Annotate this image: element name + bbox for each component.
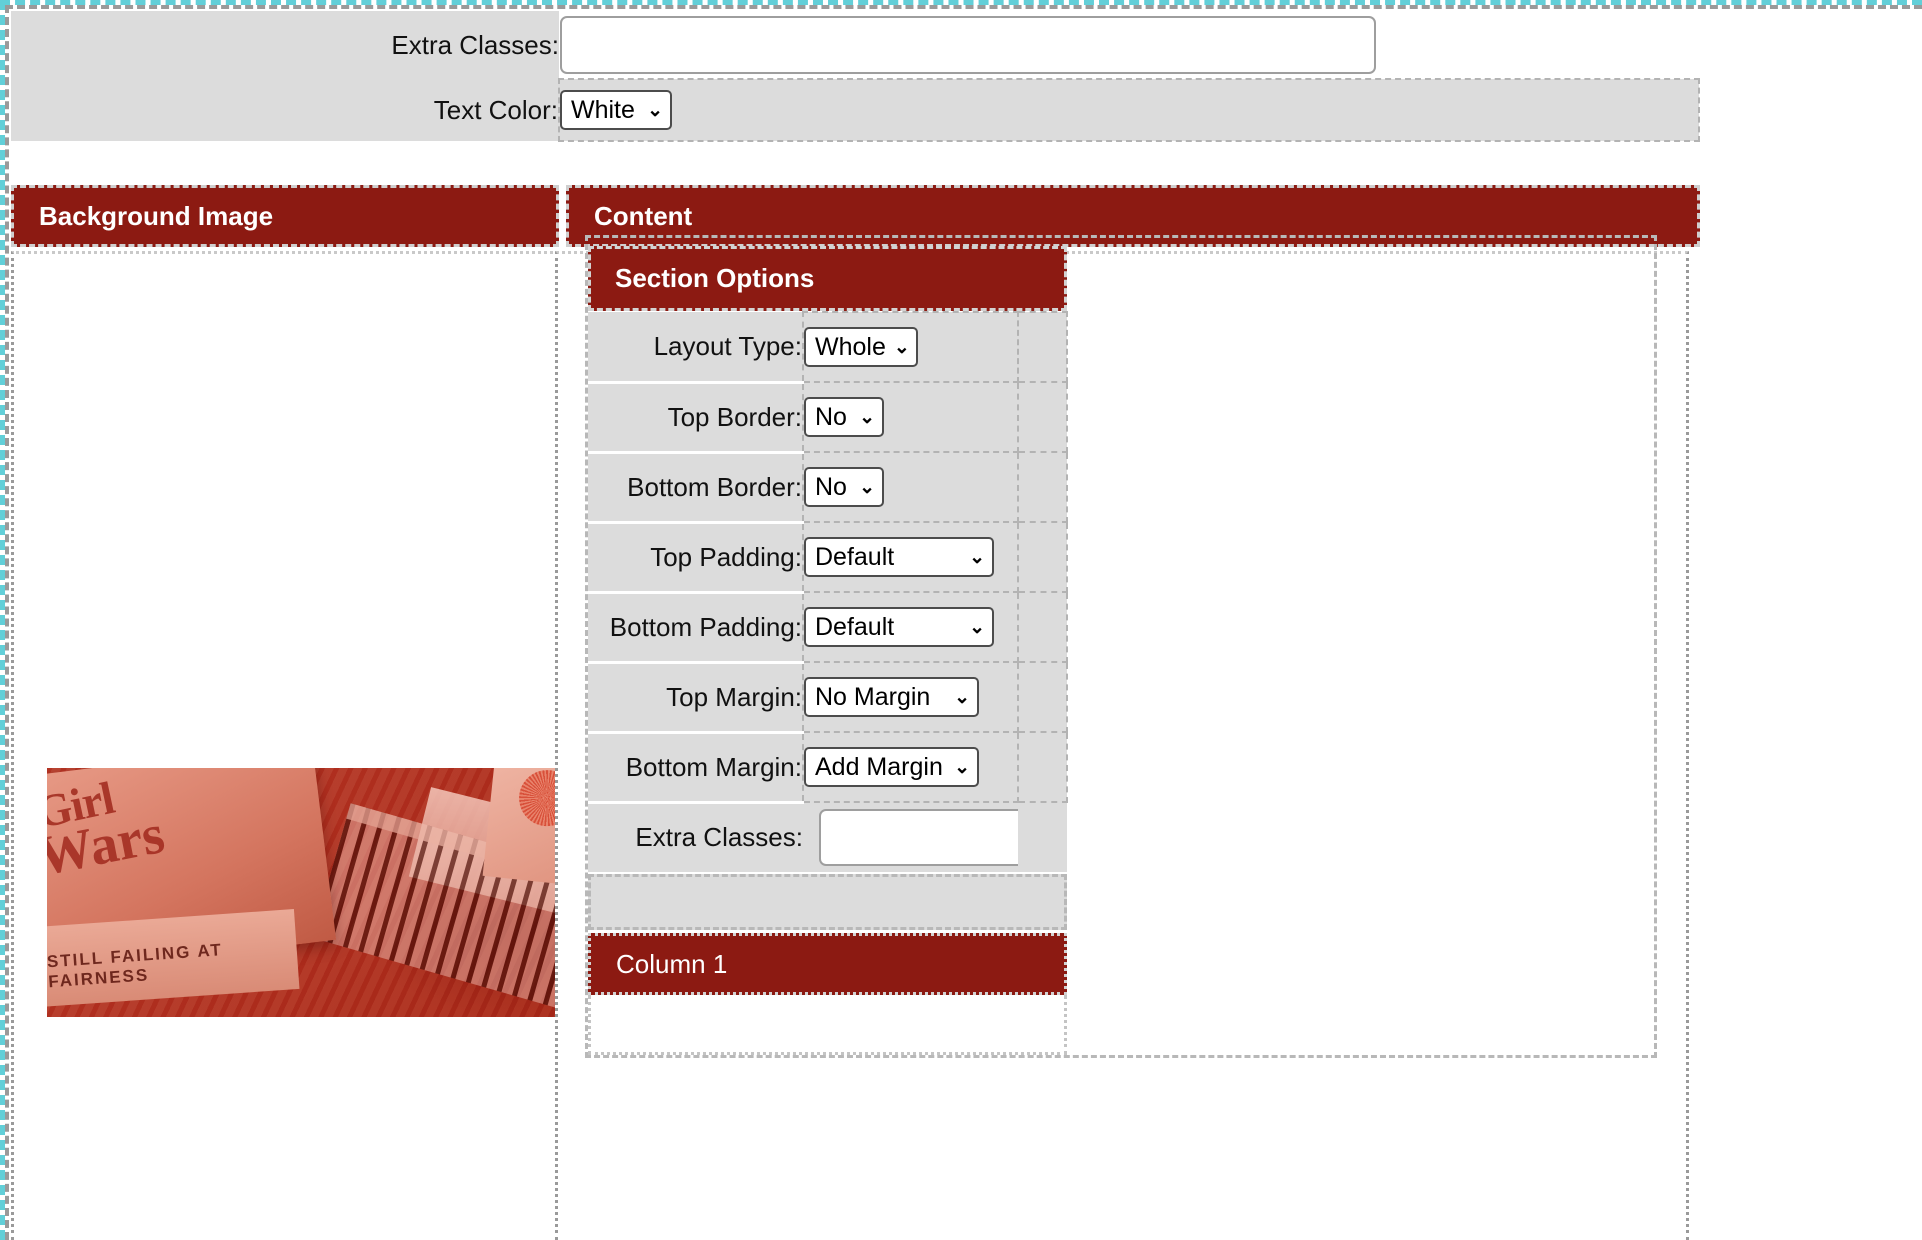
row-end-cell — [1017, 381, 1068, 453]
row-end-cell — [1017, 731, 1068, 803]
top-border-value: No — [815, 402, 847, 431]
row-end-cell — [1017, 521, 1068, 593]
chevron-down-icon: ⌄ — [954, 756, 970, 778]
column-1-body[interactable] — [588, 995, 1067, 1055]
chevron-down-icon: ⌄ — [859, 406, 875, 428]
bottom-padding-value: Default — [815, 612, 895, 641]
bottom-border-select[interactable]: No ⌄ — [804, 467, 884, 507]
content-panel: Section Options Layout Type: Whole ⌄ Top… — [555, 235, 1689, 1240]
section-options-header[interactable]: Section Options — [588, 246, 1067, 311]
bottom-border-cell: No ⌄ — [802, 451, 1019, 523]
top-margin-select[interactable]: No Margin ⌄ — [804, 677, 979, 717]
background-image-panel: Girl Wars STILL FAILING AT FAIRNESS — [11, 251, 645, 1240]
bottom-padding-select[interactable]: Default ⌄ — [804, 607, 994, 647]
column-1-title: Column 1 — [616, 948, 728, 979]
top-margin-value: No Margin — [815, 682, 931, 711]
bottom-padding-cell: Default ⌄ — [802, 591, 1019, 663]
extra-classes-value-cell — [559, 11, 1699, 79]
table-row: Bottom Margin: Add Margin ⌄ — [588, 731, 1068, 804]
top-property-table: Extra Classes: Text Color: White ⌄ — [11, 11, 1700, 142]
layout-type-label: Layout Type: — [588, 312, 803, 384]
table-row: Text Color: White ⌄ — [11, 78, 1700, 142]
page-root: Extra Classes: Text Color: White ⌄ Backg… — [0, 0, 1922, 1240]
bottom-margin-cell: Add Margin ⌄ — [802, 731, 1019, 803]
row-end-cell — [1017, 311, 1068, 383]
section-options-table: Layout Type: Whole ⌄ Top Border: No ⌄ Bo… — [588, 311, 1068, 872]
book-cover-fairness: STILL FAILING AT FAIRNESS — [47, 909, 300, 1007]
top-margin-cell: No Margin ⌄ — [802, 661, 1019, 733]
table-row: Top Padding: Default ⌄ — [588, 521, 1068, 594]
book-title-line3: STILL FAILING AT FAIRNESS — [47, 940, 224, 992]
bottom-padding-label: Bottom Padding: — [588, 592, 803, 664]
table-row: Bottom Border: No ⌄ — [588, 451, 1068, 524]
bottom-margin-select[interactable]: Add Margin ⌄ — [804, 747, 979, 787]
chevron-down-icon: ⌄ — [969, 546, 985, 568]
chevron-down-icon: ⌄ — [969, 616, 985, 638]
section-extra-classes-input[interactable] — [819, 809, 1029, 866]
top-border-select[interactable]: No ⌄ — [804, 397, 884, 437]
text-color-label: Text Color: — [11, 79, 559, 141]
extra-classes-input[interactable] — [560, 15, 1376, 74]
top-padding-label: Top Padding: — [588, 522, 803, 594]
section-extra-classes-cell — [803, 802, 1029, 872]
row-end-cell — [1017, 661, 1068, 733]
bottom-margin-label: Bottom Margin: — [588, 732, 803, 804]
layout-type-select[interactable]: Whole ⌄ — [804, 327, 918, 367]
top-border-cell: No ⌄ — [802, 381, 1019, 453]
table-row: Layout Type: Whole ⌄ — [588, 311, 1068, 384]
chevron-down-icon: ⌄ — [859, 476, 875, 498]
bottom-border-label: Bottom Border: — [588, 452, 803, 524]
text-color-value-cell: White ⌄ — [558, 78, 1700, 142]
row-end-cell — [1017, 591, 1068, 663]
table-row: Extra Classes: — [11, 11, 1699, 79]
text-color-select-value: White — [571, 95, 635, 124]
column-1-header[interactable]: Column 1 — [588, 933, 1067, 995]
table-row: Top Margin: No Margin ⌄ — [588, 661, 1068, 734]
row-end-cell — [1018, 802, 1067, 872]
section-options-title: Section Options — [615, 263, 815, 293]
row-end-cell — [1017, 451, 1068, 523]
top-padding-value: Default — [815, 542, 895, 571]
top-padding-select[interactable]: Default ⌄ — [804, 537, 994, 577]
section-options-spacer — [588, 874, 1067, 930]
chevron-down-icon: ⌄ — [893, 336, 910, 358]
background-image-region-header[interactable]: Background Image — [11, 185, 559, 247]
bottom-margin-value: Add Margin — [815, 752, 943, 781]
section-options-container: Section Options Layout Type: Whole ⌄ Top… — [585, 235, 1657, 1058]
content-region-title: Content — [594, 200, 693, 231]
background-image-region-title: Background Image — [39, 200, 274, 231]
chevron-down-icon: ⌄ — [954, 686, 970, 708]
table-row: Top Border: No ⌄ — [588, 381, 1068, 454]
extra-classes-label: Extra Classes: — [11, 11, 559, 79]
layout-type-cell: Whole ⌄ — [802, 311, 1019, 383]
layout-type-value: Whole — [815, 332, 886, 361]
bottom-border-value: No — [815, 472, 847, 501]
top-padding-cell: Default ⌄ — [802, 521, 1019, 593]
section-extra-classes-label: Extra Classes: — [588, 802, 803, 872]
chevron-down-icon: ⌄ — [647, 99, 663, 121]
top-margin-label: Top Margin: — [588, 662, 803, 734]
table-row: Extra Classes: — [588, 802, 1067, 872]
text-color-select[interactable]: White ⌄ — [560, 90, 672, 130]
top-border-label: Top Border: — [588, 382, 803, 454]
table-row: Bottom Padding: Default ⌄ — [588, 591, 1068, 664]
